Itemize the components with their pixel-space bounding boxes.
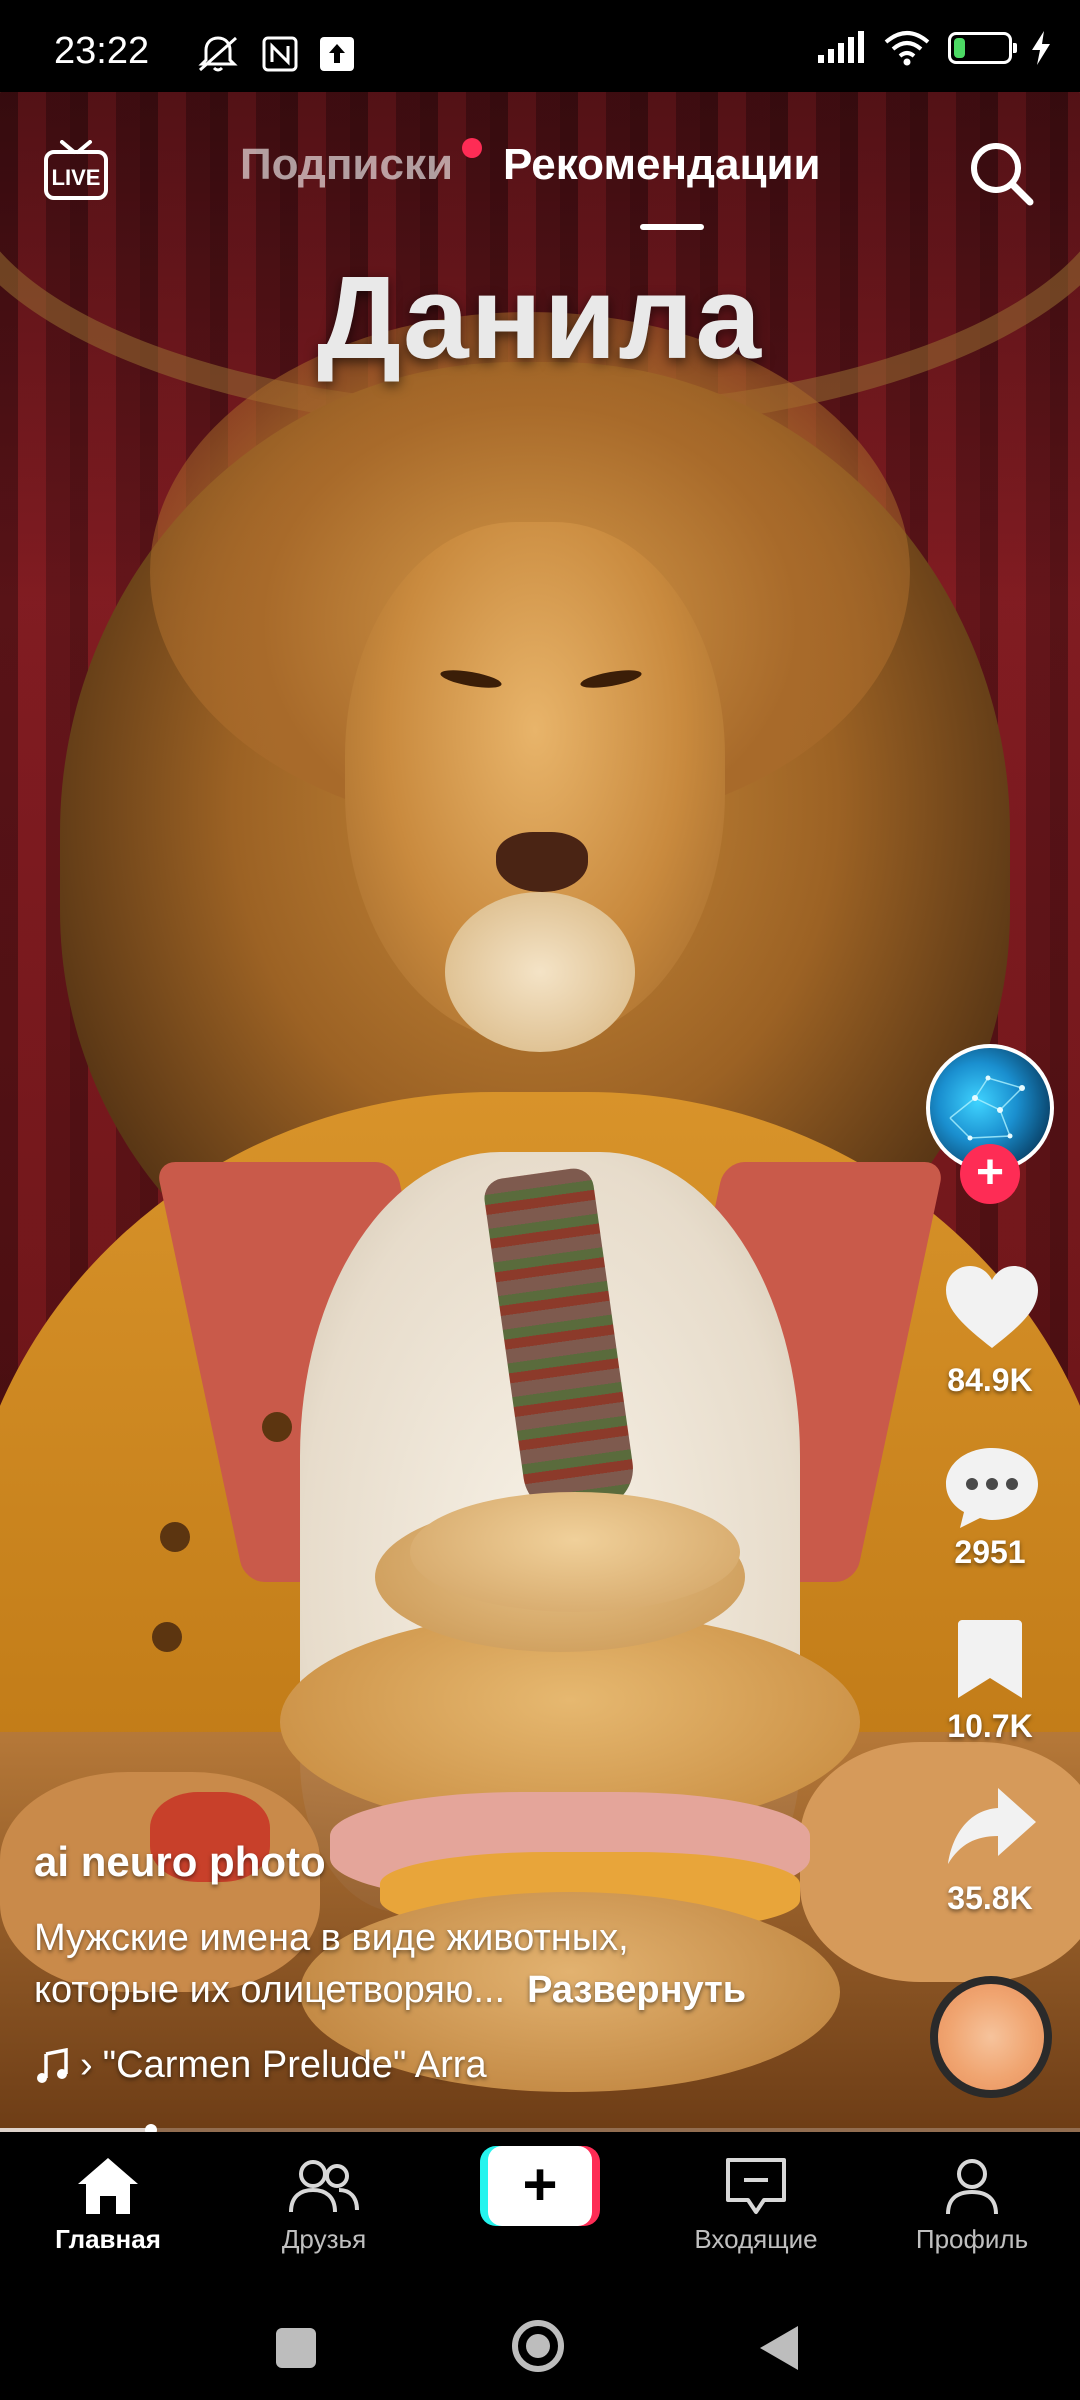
create-button[interactable]: + [480, 2146, 600, 2226]
tab-for-you[interactable]: Рекомендации [503, 140, 821, 190]
share-icon[interactable] [946, 1786, 1038, 1866]
jacket-button [262, 1412, 292, 1442]
music-ticker[interactable]: › "Carmen Prelude" Arra [34, 2044, 487, 2087]
nav-label: Главная [55, 2224, 161, 2254]
search-icon[interactable] [966, 138, 1036, 208]
author-name[interactable]: ai neuro photo [34, 1838, 326, 1886]
share-count: 35.8K [947, 1880, 1033, 1916]
charging-icon [1032, 31, 1050, 65]
nav-label: Профиль [915, 2224, 1029, 2254]
caption-line: Мужские имена в виде животных, [34, 1917, 629, 1959]
nav-label: Друзья [281, 2224, 367, 2254]
music-disc-icon[interactable] [930, 1976, 1052, 2098]
upload-icon [320, 37, 354, 71]
lion-muzzle [445, 892, 635, 1052]
comment-count: 2951 [954, 1534, 1026, 1570]
comment-icon[interactable] [944, 1446, 1040, 1530]
wifi-icon [884, 31, 930, 66]
home-icon [78, 2158, 138, 2214]
jacket-button [160, 1522, 190, 1552]
back-button[interactable] [760, 2326, 798, 2370]
status-time: 23:22 [54, 30, 150, 72]
active-tab-indicator [640, 224, 704, 230]
nav-home[interactable]: Главная [18, 2156, 198, 2255]
like-count: 84.9K [947, 1362, 1033, 1398]
system-navigation-bar [0, 2292, 1080, 2400]
status-bar: 23:22 29 [0, 0, 1080, 92]
nav-inbox[interactable]: Входящие [666, 2156, 846, 2255]
video-player[interactable] [0, 92, 1080, 2132]
jacket-button [152, 1622, 182, 1652]
lion-nose [496, 832, 588, 892]
music-separator: › [80, 2044, 93, 2086]
new-content-dot [462, 138, 482, 158]
bookmark-count: 10.7K [947, 1708, 1033, 1744]
inbox-icon [726, 2158, 786, 2214]
recent-apps-button[interactable] [276, 2328, 316, 2368]
profile-icon [946, 2159, 998, 2215]
caption-line: которые их олицетворяю... [34, 1969, 506, 2011]
nfc-icon [262, 36, 298, 72]
video-caption: Мужские имена в виде животных, которые и… [34, 1912, 894, 2016]
nav-label: Входящие [694, 2224, 818, 2254]
bookmark-icon[interactable] [956, 1618, 1024, 1702]
nav-friends[interactable]: Друзья [234, 2156, 414, 2255]
tab-following[interactable]: Подписки [240, 140, 453, 190]
burger-bun [410, 1492, 740, 1612]
feed-tabs: Подписки Рекомендации [0, 140, 1080, 210]
mute-icon [198, 36, 238, 72]
home-button[interactable] [512, 2320, 564, 2372]
battery-icon: 29 [948, 32, 1017, 64]
expand-caption-button[interactable]: Развернуть [527, 1969, 746, 2011]
create-icon: + [488, 2146, 592, 2226]
friends-icon [289, 2160, 359, 2213]
follow-button[interactable]: + [960, 1144, 1020, 1204]
like-icon[interactable] [944, 1266, 1040, 1350]
battery-percent: 29 [968, 36, 992, 58]
music-title: "Carmen Prelude" Arra [102, 2044, 487, 2086]
video-overlay-title: Данила [316, 252, 764, 384]
nav-profile[interactable]: Профиль [882, 2156, 1062, 2255]
signal-icon [818, 31, 864, 63]
music-note-icon [37, 2047, 68, 2083]
